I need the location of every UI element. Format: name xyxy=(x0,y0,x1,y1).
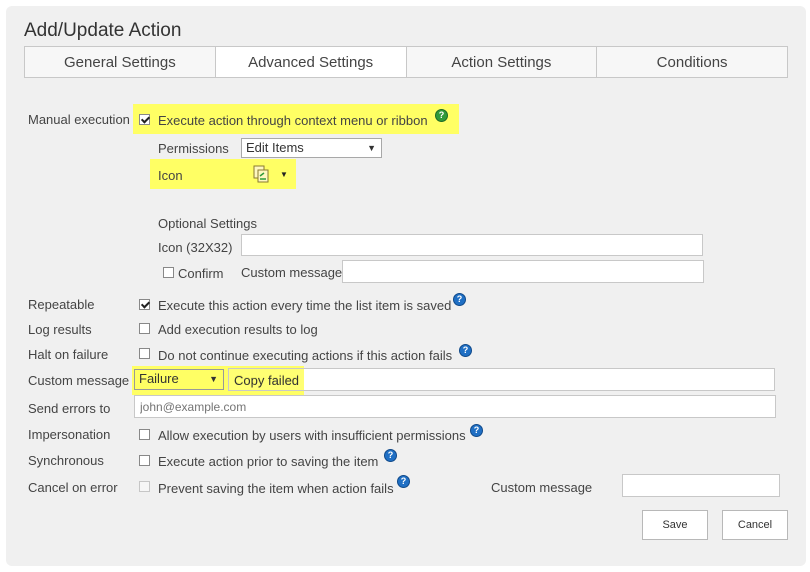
tab-bar: General Settings Advanced Settings Actio… xyxy=(24,46,788,78)
halt-on-failure-text: Do not continue executing actions if thi… xyxy=(158,348,453,363)
dropdown-arrow-icon: ▼ xyxy=(367,143,376,153)
repeatable-label: Repeatable xyxy=(28,297,95,312)
custom-message-input[interactable]: Copy failed xyxy=(228,368,775,391)
manual-execution-label: Manual execution xyxy=(28,112,130,127)
tab-advanced-settings[interactable]: Advanced Settings xyxy=(214,46,407,78)
custom-message-type-select[interactable]: Failure ▼ xyxy=(134,369,224,390)
optional-custom-message-label: Custom message xyxy=(241,265,343,280)
help-icon[interactable]: ? xyxy=(384,449,397,462)
repeatable-checkbox[interactable] xyxy=(139,299,150,310)
impersonation-checkbox[interactable] xyxy=(139,429,150,440)
icon-32-label: Icon (32X32) xyxy=(158,240,233,255)
cancel-on-error-label: Cancel on error xyxy=(28,480,118,495)
manual-execution-checkbox-label: Execute action through context menu or r… xyxy=(158,113,428,128)
impersonation-text: Allow execution by users with insufficie… xyxy=(158,428,466,443)
dialog-title: Add/Update Action xyxy=(24,20,182,41)
help-icon[interactable]: ? xyxy=(470,424,483,437)
synchronous-label: Synchronous xyxy=(28,453,104,468)
save-button[interactable]: Save xyxy=(642,510,708,540)
help-icon[interactable]: ? xyxy=(453,293,466,306)
tab-general-settings[interactable]: General Settings xyxy=(24,46,216,78)
custom-message-label: Custom message xyxy=(28,373,130,388)
custom-message-type-value: Failure xyxy=(139,371,179,386)
manual-execution-checkbox[interactable] xyxy=(139,114,150,125)
halt-on-failure-checkbox[interactable] xyxy=(139,348,150,359)
send-errors-label: Send errors to xyxy=(28,401,111,416)
cancel-on-error-custom-message-input[interactable] xyxy=(622,474,780,497)
log-results-checkbox[interactable] xyxy=(139,323,150,334)
cancel-button[interactable]: Cancel xyxy=(722,510,788,540)
custom-message-value-overlay: Copy failed xyxy=(234,373,300,388)
cancel-on-error-custom-message-label: Custom message xyxy=(491,480,593,495)
optional-custom-message-input[interactable] xyxy=(342,260,704,283)
confirm-label: Confirm xyxy=(178,266,224,281)
icon-32-input[interactable] xyxy=(241,234,703,256)
copy-document-icon[interactable] xyxy=(251,164,271,184)
synchronous-text: Execute action prior to saving the item xyxy=(158,454,379,469)
permissions-select[interactable]: Edit Items ▼ xyxy=(241,138,382,158)
icon-dropdown-arrow-icon[interactable]: ▼ xyxy=(280,170,288,179)
log-results-label: Log results xyxy=(28,322,92,337)
synchronous-checkbox[interactable] xyxy=(139,455,150,466)
dropdown-arrow-icon: ▼ xyxy=(209,374,218,384)
cancel-on-error-checkbox[interactable] xyxy=(139,481,150,492)
permissions-label: Permissions xyxy=(158,141,229,156)
repeatable-text: Execute this action every time the list … xyxy=(158,298,452,313)
icon-label: Icon xyxy=(158,168,183,183)
halt-on-failure-label: Halt on failure xyxy=(28,347,109,362)
tab-conditions[interactable]: Conditions xyxy=(596,46,788,78)
help-icon[interactable]: ? xyxy=(397,475,410,488)
permissions-selected-value: Edit Items xyxy=(246,140,304,155)
help-icon[interactable]: ? xyxy=(459,344,472,357)
log-results-text: Add execution results to log xyxy=(158,322,318,337)
optional-settings-heading: Optional Settings xyxy=(158,216,258,231)
impersonation-label: Impersonation xyxy=(28,427,111,442)
cancel-on-error-text: Prevent saving the item when action fail… xyxy=(158,481,394,496)
help-icon[interactable]: ? xyxy=(435,109,448,122)
tab-action-settings[interactable]: Action Settings xyxy=(405,46,598,78)
send-errors-input[interactable] xyxy=(134,395,776,418)
confirm-checkbox[interactable] xyxy=(163,267,174,278)
